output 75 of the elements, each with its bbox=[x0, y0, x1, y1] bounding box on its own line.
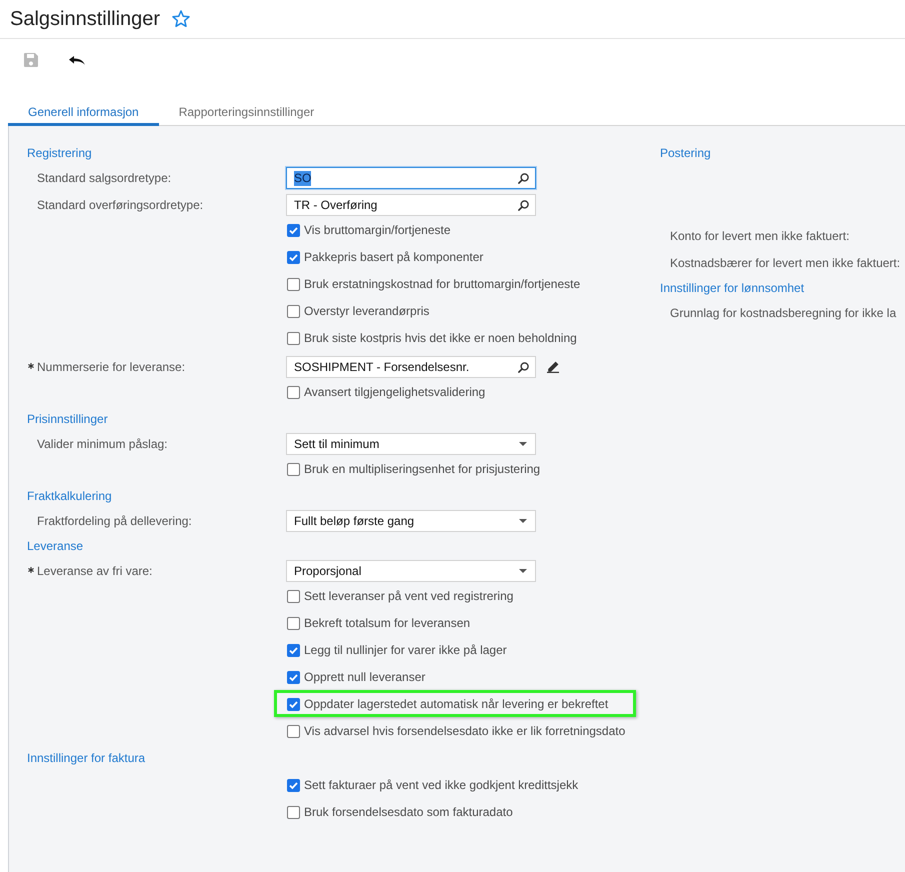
checkbox[interactable] bbox=[287, 386, 300, 399]
section-title: Leveranse bbox=[27, 538, 84, 555]
checkbox-label[interactable]: Legg til nullinjer for varer ikke på lager bbox=[304, 642, 507, 656]
caret-icon[interactable] bbox=[519, 569, 527, 573]
field-label: Valider minimum påslag: bbox=[37, 437, 168, 451]
page-title: Salgsinnstillinger bbox=[10, 7, 160, 31]
checkbox[interactable] bbox=[287, 590, 300, 603]
checkbox[interactable] bbox=[287, 251, 300, 264]
caret-icon[interactable] bbox=[519, 442, 527, 446]
field-label: Standard salgsordretype: bbox=[37, 171, 172, 185]
checkbox-label[interactable]: Overstyr leverandørpris bbox=[304, 304, 430, 318]
checkbox[interactable] bbox=[287, 332, 300, 345]
field-label: Grunnlag for kostnadsberegning for ikke la bbox=[669, 306, 896, 320]
star-icon[interactable] bbox=[172, 10, 190, 28]
lookup-field[interactable]: TR - Overføring bbox=[286, 194, 536, 216]
checkbox-label[interactable]: Avansert tilgjengelighetsvalidering bbox=[304, 384, 486, 398]
dropdown-field[interactable]: Fullt beløp første gang bbox=[286, 510, 536, 532]
checkbox-label[interactable]: Vis bruttomargin/fortjeneste bbox=[304, 222, 451, 236]
section-title: Fraktkalkulering bbox=[27, 488, 113, 505]
check-icon bbox=[288, 225, 299, 236]
checkbox-label[interactable]: Oppdater lagerstedet automatisk når levering er bekreftet bbox=[304, 696, 608, 710]
checkbox[interactable] bbox=[287, 278, 300, 291]
checkbox-label[interactable]: Bruk erstatningskostnad for bruttomargin/fortjeneste bbox=[304, 276, 580, 290]
field-label: Konto for levert men ikke faktuert: bbox=[669, 229, 850, 243]
lookup-field[interactable]: SOSHIPMENT - Forsendelsesnr. bbox=[286, 356, 536, 378]
dropdown-field[interactable]: Proporsjonal bbox=[286, 560, 536, 582]
checkbox-label[interactable]: Sett leveranser på vent ved registrering bbox=[304, 588, 514, 602]
section-title: Registrering bbox=[27, 145, 93, 162]
field-value: Proporsjonal bbox=[294, 564, 362, 578]
field-value: TR - Overføring bbox=[294, 198, 378, 212]
tab[interactable]: Rapporteringsinnstillinger bbox=[158, 98, 334, 126]
section-title: Prisinnstillinger bbox=[27, 411, 109, 428]
lookup-field[interactable]: SO bbox=[286, 167, 536, 189]
field-label: Leveranse av fri vare: bbox=[37, 564, 152, 578]
checkbox-label[interactable]: Bekreft totalsum for leveransen bbox=[304, 616, 470, 630]
checkbox-label[interactable]: Opprett null leveranser bbox=[304, 670, 426, 684]
search-icon[interactable] bbox=[518, 362, 529, 372]
caret-icon[interactable] bbox=[519, 519, 527, 523]
check-icon bbox=[288, 699, 299, 710]
field-value: Fullt beløp første gang bbox=[294, 514, 414, 528]
checkbox[interactable] bbox=[287, 305, 300, 318]
check-icon bbox=[288, 780, 299, 791]
checkbox[interactable] bbox=[287, 806, 300, 819]
undo-arrow-icon bbox=[69, 56, 85, 64]
checkbox[interactable] bbox=[287, 779, 300, 792]
field-label: Kostnadsbærer for levert men ikke faktuert: bbox=[669, 256, 900, 270]
check-icon bbox=[288, 252, 299, 263]
field-label: Standard overføringsordretype: bbox=[37, 198, 204, 212]
checkbox[interactable] bbox=[287, 617, 300, 630]
check-icon bbox=[288, 672, 299, 683]
checkbox[interactable] bbox=[287, 671, 300, 684]
checkbox-label[interactable]: Bruk siste kostpris hvis det ikke er noen beholdning bbox=[304, 330, 577, 344]
field-label: Nummerserie for leveranse: bbox=[37, 360, 186, 374]
checkbox[interactable] bbox=[287, 698, 300, 711]
search-icon[interactable] bbox=[518, 200, 529, 210]
dropdown-field[interactable]: Sett til minimum bbox=[286, 433, 536, 455]
checkbox[interactable] bbox=[287, 463, 300, 476]
section-title: Innstillinger for lønnsomhet bbox=[660, 280, 806, 297]
checkbox[interactable] bbox=[287, 644, 300, 657]
field-value: SO bbox=[294, 170, 312, 186]
checkbox-label[interactable]: Vis advarsel hvis forsendelsesdato ikke er lik forretningsdato bbox=[304, 724, 626, 738]
checkbox-label[interactable]: Bruk en multipliseringsenhet for prisjustering bbox=[304, 462, 540, 476]
checkbox-label[interactable]: Bruk forsendelsesdato som fakturadato bbox=[304, 804, 513, 818]
field-label: Fraktfordeling på dellevering: bbox=[37, 514, 192, 528]
search-icon[interactable] bbox=[518, 172, 529, 184]
field-value: SOSHIPMENT - Forsendelsesnr. bbox=[294, 360, 470, 374]
pencil-icon[interactable] bbox=[547, 361, 559, 373]
field-value: Sett til minimum bbox=[294, 436, 380, 452]
section-title: Postering bbox=[660, 145, 712, 162]
section-title: Innstillinger for faktura bbox=[27, 750, 146, 767]
check-icon bbox=[288, 645, 299, 656]
checkbox-label[interactable]: Sett fakturaer på vent ved ikke godkjent kredittsjekk bbox=[304, 778, 578, 792]
checkbox[interactable] bbox=[287, 224, 300, 237]
checkbox[interactable] bbox=[287, 725, 300, 738]
checkbox-label[interactable]: Pakkepris basert på komponenter bbox=[304, 250, 484, 264]
